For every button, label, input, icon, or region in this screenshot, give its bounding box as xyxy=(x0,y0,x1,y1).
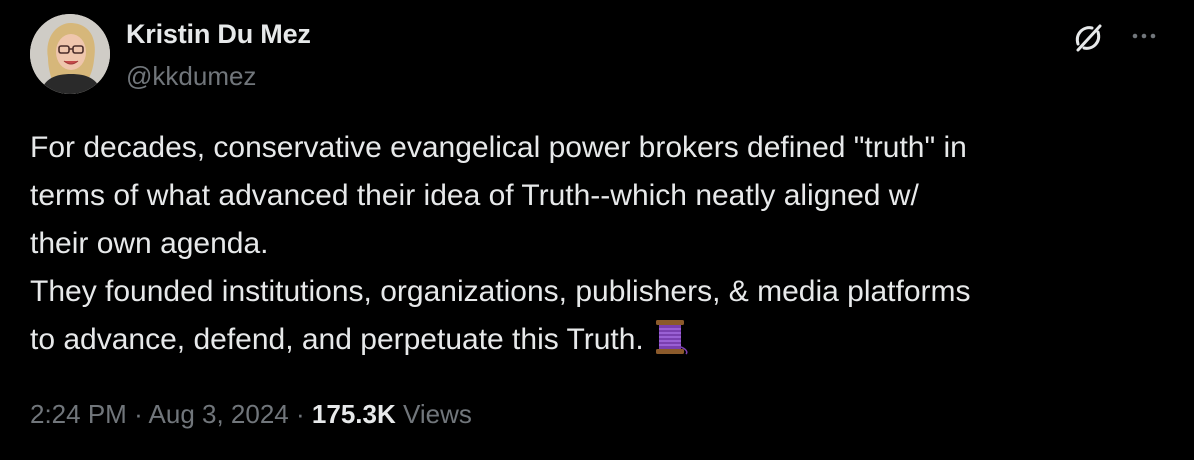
thread-spool-emoji-icon xyxy=(650,319,690,355)
views-label: Views xyxy=(402,399,472,429)
tweet-metadata: 2:24 PM · Aug 3, 2024 · 175.3K Views xyxy=(30,399,472,430)
tweet-card: Kristin Du Mez @kkdumez For decades, con… xyxy=(0,0,1194,460)
views-count: 175.3K xyxy=(311,399,396,429)
author-display-name[interactable]: Kristin Du Mez xyxy=(126,19,311,50)
tweet-text: For decades, conservative evangelical po… xyxy=(30,124,1170,364)
meta-separator: · xyxy=(296,399,305,429)
meta-separator: · xyxy=(134,399,143,429)
tweet-date[interactable]: Aug 3, 2024 xyxy=(149,399,289,429)
more-options-icon[interactable] xyxy=(1126,18,1162,54)
author-handle[interactable]: @kkdumez xyxy=(126,61,256,92)
avatar-photo-icon xyxy=(30,14,110,94)
author-avatar[interactable] xyxy=(30,14,110,94)
tweet-time[interactable]: 2:24 PM xyxy=(30,399,127,429)
tweet-body: For decades, conservative evangelical po… xyxy=(30,131,971,356)
grok-icon[interactable] xyxy=(1070,20,1106,56)
